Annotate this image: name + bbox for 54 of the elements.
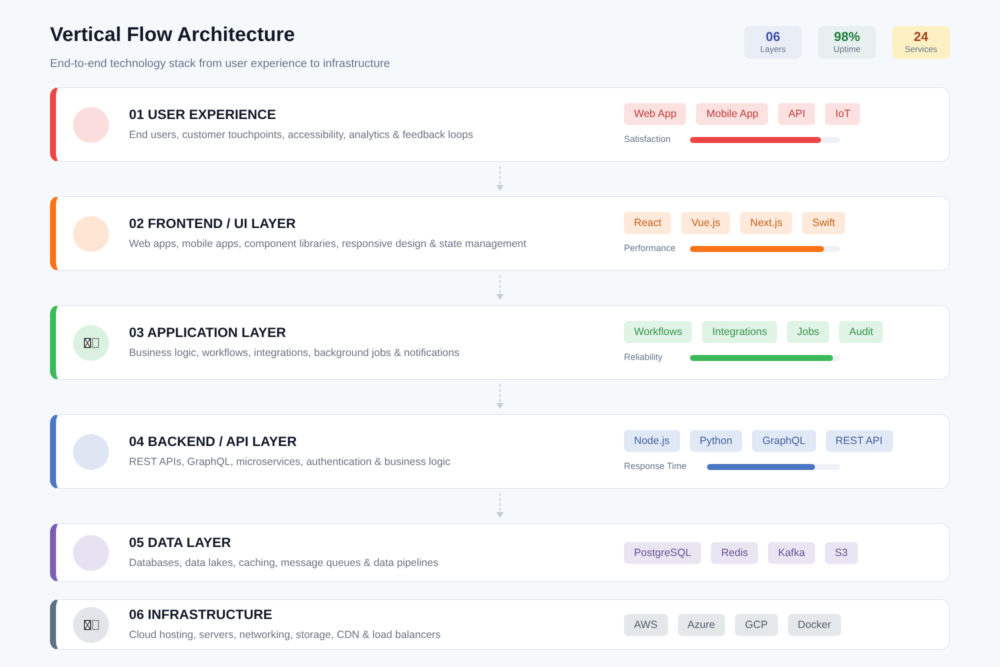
layer-description: Business logic, workflows, integrations, background jobs & notifications (129, 346, 460, 361)
missing-glyph-icon (84, 620, 98, 630)
icon-circle (73, 106, 109, 143)
stat-value: 24 (914, 30, 928, 44)
meter-label: Reliability (624, 351, 664, 364)
layer-title: 03 APPLICATION LAYER (129, 324, 288, 341)
tech-tag: IoT (825, 103, 860, 125)
layer-title: 06 INFRASTRUCTURE (129, 606, 274, 623)
tech-tag: GraphQL (752, 430, 816, 452)
icon-circle (73, 534, 109, 571)
icon-circle (73, 434, 109, 470)
layer-title: 05 DATA LAYER (129, 534, 232, 551)
layer-description: End users, customer touchpoints, accessibility, analytics & feedback loops (129, 128, 474, 143)
icon-circle (73, 216, 109, 252)
tech-tag: Workflows (624, 321, 692, 343)
missing-glyph-icon (84, 338, 98, 348)
tech-tag: Mobile App (696, 103, 768, 125)
layer-description: REST APIs, GraphQL, microservices, authentication & business logic (129, 454, 452, 470)
tech-tag: React (624, 212, 672, 234)
tech-tag: Redis (711, 542, 758, 564)
tech-tag: REST API (826, 430, 893, 452)
page-title: Vertical Flow Architecture (50, 23, 296, 48)
meter-label: Satisfaction (624, 133, 672, 146)
tech-tag: Web App (624, 103, 686, 125)
tech-tag: Next.js (740, 212, 792, 234)
layer-description: Cloud hosting, servers, networking, storage, CDN & load balancers (129, 628, 442, 643)
tech-tag: Python (690, 430, 742, 452)
tech-tag: Kafka (768, 542, 815, 564)
layer-title: 04 BACKEND / API LAYER (129, 432, 298, 450)
stat-label: Services (904, 44, 938, 55)
tech-tag: AWS (624, 614, 668, 636)
tech-tag: Jobs (787, 321, 830, 343)
layer-description: Databases, data lakes, caching, message queues & data pipelines (129, 556, 440, 571)
tech-tag: Integrations (702, 321, 778, 343)
stat-value: 06 (766, 30, 780, 44)
page-subtitle: End-to-end technology stack from user experience to infrastructure (50, 57, 390, 72)
stat-label: Layers (760, 44, 786, 55)
layer-description: Web apps, mobile apps, component libraries, responsive design & state management (129, 236, 528, 252)
tech-tag: Docker (788, 614, 841, 636)
stat-value: 98% (834, 30, 860, 44)
meter-label: Performance (624, 242, 677, 255)
tech-tag: Audit (839, 321, 884, 343)
tech-tag: API (778, 103, 816, 125)
tech-tag: Node.js (624, 430, 680, 452)
layer-title: 01 USER EXPERIENCE (129, 106, 278, 123)
tech-tag: PostgreSQL (624, 542, 702, 564)
tech-tag: GCP (734, 614, 778, 636)
tech-tag: Vue.js (681, 212, 730, 234)
tech-tag: S3 (824, 542, 858, 564)
tech-tag: Azure (678, 614, 725, 636)
stat-label: Uptime (834, 44, 860, 55)
tech-tag: Swift (802, 212, 846, 234)
layer-title: 02 FRONTEND / UI LAYER (129, 214, 297, 232)
meter-label: Response Time (624, 460, 688, 473)
